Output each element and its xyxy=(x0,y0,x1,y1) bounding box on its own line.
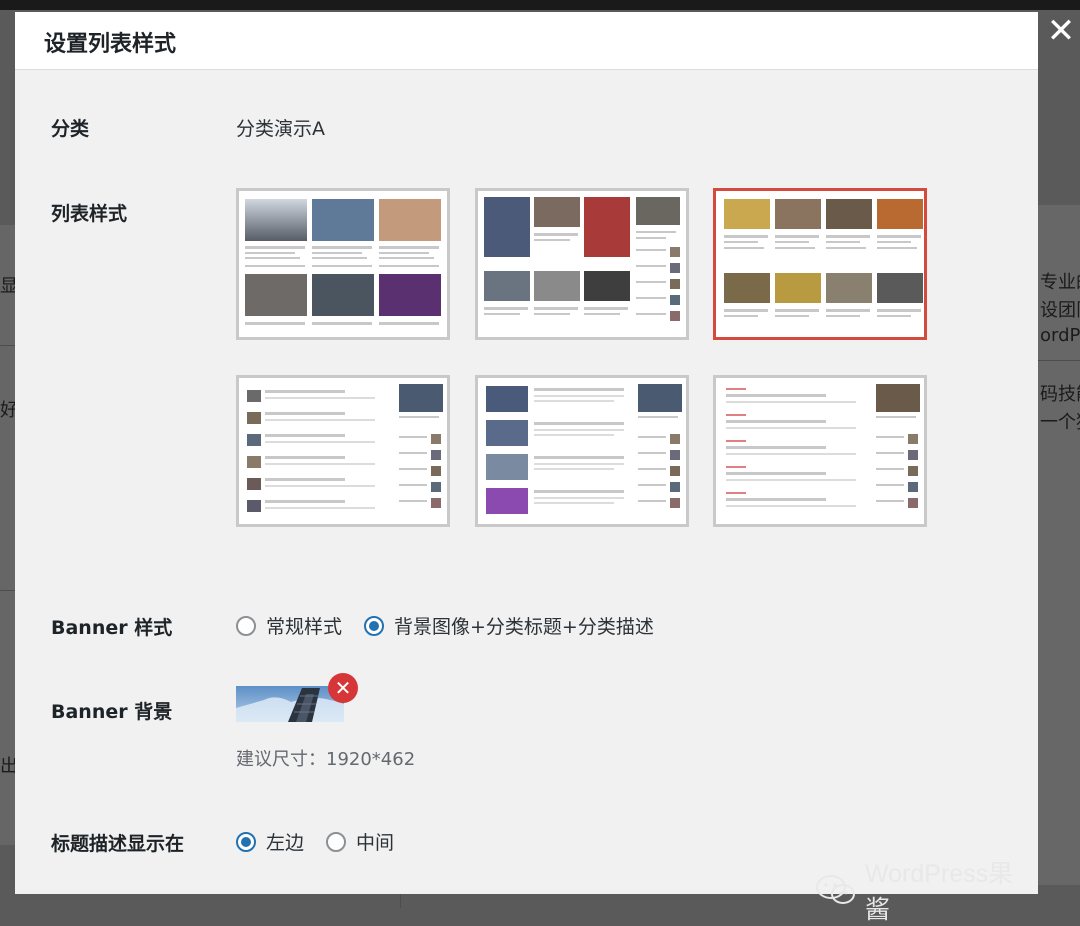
banner-size-hint: 建议尺寸：1920*462 xyxy=(236,749,416,770)
list-style-option-media-list-sidebar[interactable] xyxy=(475,375,689,527)
background-text: ordPre xyxy=(1040,325,1080,346)
list-style-option-grid-4col[interactable] xyxy=(713,188,927,340)
banner-style-label: Banner 样式 xyxy=(51,617,173,639)
list-style-option-grid-3col[interactable] xyxy=(236,188,450,340)
banner-style-radio-regular[interactable] xyxy=(236,615,256,636)
list-style-option-list-sidebar[interactable] xyxy=(236,375,450,527)
background-topbar xyxy=(0,0,1080,10)
background-divider xyxy=(400,894,401,908)
background-text: 码技能 xyxy=(1040,384,1080,405)
remove-icon[interactable]: ✕ xyxy=(328,673,358,703)
title-position-radio-group: 左边 中间 xyxy=(236,828,416,855)
title-position-option-label[interactable]: 左边 xyxy=(266,828,304,855)
banner-bg-label: Banner 背景 xyxy=(51,701,173,723)
list-style-option-grid-sidebar[interactable] xyxy=(475,188,689,340)
background-text: 一个独 xyxy=(1040,412,1080,433)
background-text: 好 xyxy=(0,400,15,421)
watermark: WordPress果酱 xyxy=(815,854,1038,926)
background-divider xyxy=(1038,360,1080,361)
banner-style-option-label[interactable]: 背景图像+分类标题+分类描述 xyxy=(394,612,654,639)
background-divider xyxy=(0,590,15,591)
title-position-label: 标题描述显示在 xyxy=(51,833,185,855)
background-divider xyxy=(0,345,15,346)
title-position-radio-left[interactable] xyxy=(236,831,256,852)
category-value: 分类演示A xyxy=(236,118,325,140)
modal-title: 设置列表样式 xyxy=(44,32,177,57)
category-label: 分类 xyxy=(51,118,90,140)
banner-style-option-label[interactable]: 常规样式 xyxy=(266,612,342,639)
background-text: 设团队 xyxy=(1040,300,1080,321)
wechat-icon xyxy=(815,875,855,904)
background-text: 显 xyxy=(0,276,15,297)
watermark-text: WordPress果酱 xyxy=(864,860,1014,924)
list-style-label: 列表样式 xyxy=(51,203,128,225)
title-position-radio-center[interactable] xyxy=(326,831,347,852)
background-text: 专业的 xyxy=(1040,272,1080,293)
close-icon[interactable]: ✕ xyxy=(1044,14,1078,48)
background-text: 出 xyxy=(0,756,15,777)
list-style-modal: 设置列表样式 分类 分类演示A 列表样式 Banner 样式 常规样式 背景图像… xyxy=(15,12,1038,924)
banner-style-radio-group: 常规样式 背景图像+分类标题+分类描述 xyxy=(236,612,676,639)
list-style-option-text-list-sidebar[interactable] xyxy=(713,375,927,527)
title-position-option-label[interactable]: 中间 xyxy=(356,828,394,855)
banner-style-radio-bg-image[interactable] xyxy=(364,615,385,636)
